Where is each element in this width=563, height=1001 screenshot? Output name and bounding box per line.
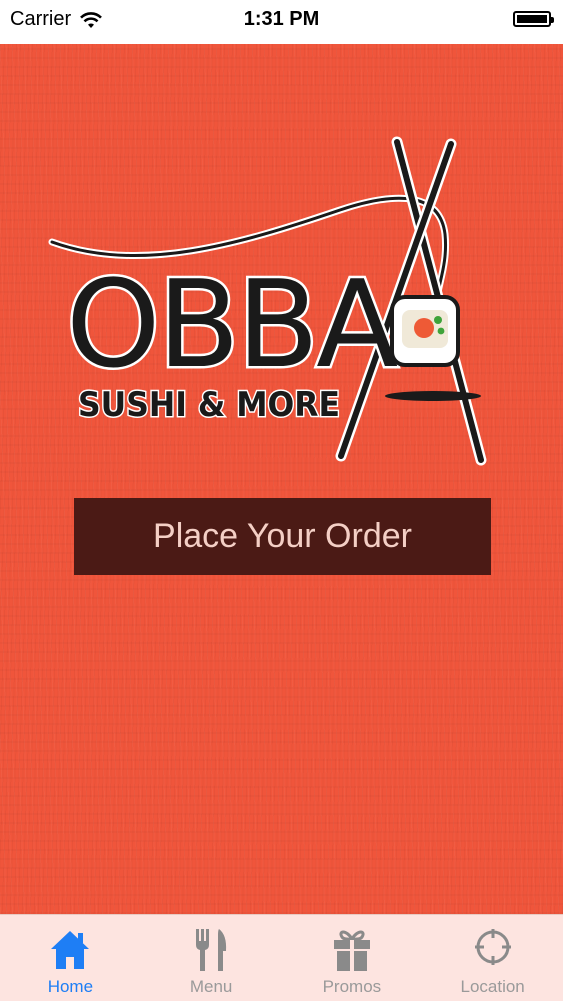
crosshair-icon	[474, 929, 511, 965]
home-icon	[51, 931, 90, 969]
logo-brand-text: OBBA	[66, 256, 398, 395]
status-bar: Carrier 1:31 PM	[0, 0, 563, 44]
fork-knife-icon	[196, 929, 227, 971]
gift-icon	[333, 930, 370, 971]
obba-logo: OBBA SUSHI & MORE	[48, 136, 487, 466]
tab-label: Menu	[189, 977, 233, 996]
tab-label: Location	[460, 977, 525, 996]
tab-label: Promos	[322, 977, 382, 996]
tab-bar: Home Menu Promos Location	[0, 914, 563, 1001]
home-screen: OBBA SUSHI & MORE Place Your Order	[0, 44, 563, 914]
battery-icon	[513, 11, 554, 27]
place-order-button[interactable]: Place Your Order	[74, 498, 491, 575]
tab-promos[interactable]: Promos	[282, 915, 423, 1001]
tab-menu[interactable]: Menu	[141, 915, 282, 1001]
tab-home[interactable]: Home	[0, 915, 141, 1001]
logo-tagline: SUSHI & MORE	[78, 385, 340, 425]
tab-label: Home	[47, 977, 94, 996]
tab-location[interactable]: Location	[422, 915, 563, 1001]
status-time: 1:31 PM	[243, 8, 320, 30]
